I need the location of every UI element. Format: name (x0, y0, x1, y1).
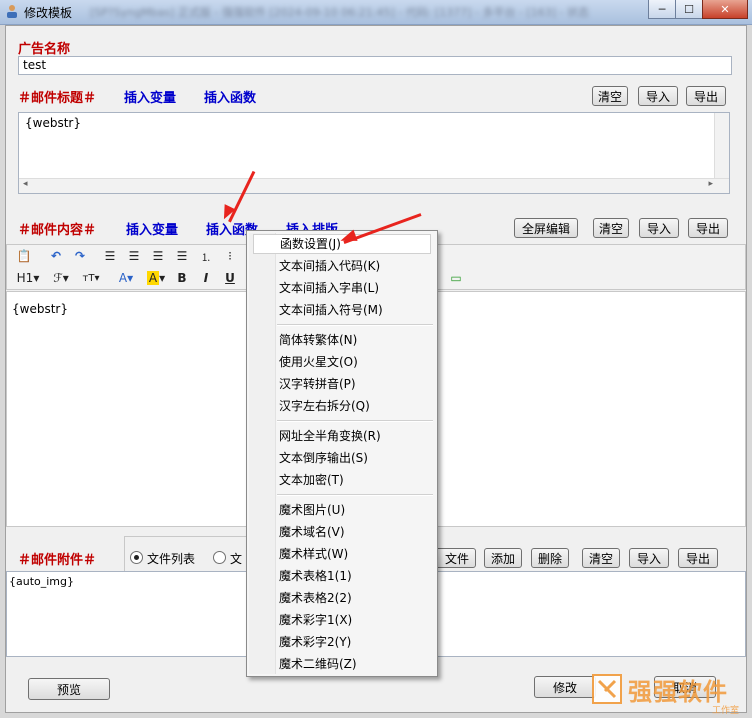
scroll-left-icon[interactable]: ◂ (23, 179, 28, 189)
watermark-logo (592, 674, 622, 704)
preview-button[interactable]: 预览 (28, 678, 110, 700)
italic-button[interactable]: I (197, 269, 215, 287)
app-icon (5, 4, 19, 18)
attachment-delete-button[interactable]: 删除 (531, 548, 569, 568)
text-radio-label: 文 (230, 552, 243, 566)
window-title: 修改模板 (24, 6, 73, 20)
bold-button[interactable]: B (173, 269, 191, 287)
body-clear-button[interactable]: 清空 (593, 218, 629, 238)
font-color-icon[interactable]: A▾ (115, 269, 137, 287)
attachment-text: {auto_img} (9, 575, 75, 588)
menu-item[interactable]: 汉字左右拆分(Q) (279, 396, 370, 416)
body-export-button[interactable]: 导出 (688, 218, 728, 238)
redo-icon[interactable]: ↷ (71, 247, 89, 265)
attachment-add-button[interactable]: 添加 (484, 548, 522, 568)
align-justify-icon[interactable]: ☰ (173, 247, 191, 265)
menu-item[interactable]: 文本倒序输出(S) (279, 448, 368, 468)
subject-insert-function-link[interactable]: 插入函数 (204, 87, 256, 106)
text-radio[interactable] (213, 551, 226, 564)
blurred-title-text: [SP?SyngMbas] 正式版 - 强强软件 [2024-09-10 06:… (90, 6, 590, 19)
menu-item[interactable]: 魔术彩字1(X) (279, 610, 352, 630)
font-size-icon[interactable]: тT▾ (79, 269, 103, 287)
attachment-export-button[interactable]: 导出 (678, 548, 718, 568)
heading-dropdown[interactable]: H1 ▾ (15, 269, 41, 287)
align-center-icon[interactable]: ☰ (125, 247, 143, 265)
title-bar: 修改模板 [SP?SyngMbas] 正式版 - 强强软件 [2024-09-1… (0, 0, 752, 25)
subject-vertical-scrollbar[interactable] (714, 113, 729, 179)
menu-separator (277, 420, 433, 422)
unordered-list-icon[interactable]: ⁝ (221, 247, 239, 265)
ordered-list-icon[interactable]: ⒈ (197, 247, 215, 265)
scroll-right-icon[interactable]: ▸ (708, 179, 713, 189)
menu-item[interactable]: 魔术表格1(1) (279, 566, 352, 586)
menu-item[interactable]: 文本间插入符号(M) (279, 300, 383, 320)
subject-text: {webstr} (25, 116, 81, 130)
subject-import-button[interactable]: 导入 (638, 86, 678, 106)
menu-item[interactable]: 文本间插入代码(K) (279, 256, 380, 276)
attachment-import-button[interactable]: 导入 (629, 548, 669, 568)
modify-button[interactable]: 修改 (534, 676, 596, 698)
watermark-text: 强强软件 (628, 678, 728, 706)
body-label: ＃邮件内容＃ (18, 223, 97, 238)
insert-function-menu: 函数设置(J) 文本间插入代码(K) 文本间插入字串(L) 文本间插入符号(M) 简体转… (246, 230, 438, 677)
menu-separator (277, 494, 433, 496)
file-list-radio-label: 文件列表 (147, 552, 196, 566)
menu-item[interactable]: 使用火星文(O) (279, 352, 358, 372)
menu-item[interactable]: 汉字转拼音(P) (279, 374, 356, 394)
menu-item[interactable]: 网址全半角变换(R) (279, 426, 381, 446)
menu-item[interactable]: 魔术图片(U) (279, 500, 345, 520)
menu-icon-gutter (249, 233, 276, 674)
watermark-subtext: 工作室 (712, 706, 740, 716)
font-family-icon[interactable]: ℱ▾ (49, 269, 73, 287)
ad-name-input[interactable]: test (18, 56, 732, 75)
body-text: {webstr} (12, 302, 68, 316)
underline-button[interactable]: U (221, 269, 239, 287)
body-insert-variable-link[interactable]: 插入变量 (126, 219, 178, 238)
undo-icon[interactable]: ↶ (47, 247, 65, 265)
menu-item[interactable]: 文本加密(T) (279, 470, 344, 490)
menu-item[interactable]: 文本间插入字串(L) (279, 278, 379, 298)
subject-textarea[interactable]: {webstr} ◂ ▸ (18, 112, 730, 194)
menu-separator (277, 324, 433, 326)
align-left-icon[interactable]: ☰ (101, 247, 119, 265)
fullscreen-edit-button[interactable]: 全屏编辑 (514, 218, 578, 238)
body-import-button[interactable]: 导入 (639, 218, 679, 238)
subject-label: ＃邮件标题＃ (18, 91, 97, 106)
menu-item[interactable]: 简体转繁体(N) (279, 330, 357, 350)
attachment-clear-button[interactable]: 清空 (582, 548, 620, 568)
menu-item[interactable]: 魔术域名(V) (279, 522, 345, 542)
menu-item[interactable]: 魔术彩字2(Y) (279, 632, 351, 652)
highlight-color-icon[interactable]: A ▾ (145, 269, 167, 287)
maximize-button[interactable]: ☐ (675, 0, 703, 19)
menu-item[interactable]: 魔术二维码(Z) (279, 654, 357, 674)
subject-export-button[interactable]: 导出 (686, 86, 726, 106)
subject-insert-variable-link[interactable]: 插入变量 (124, 87, 176, 106)
paste-icon[interactable]: 📋 (15, 247, 33, 265)
insert-row-icon[interactable]: ▭ (447, 269, 465, 287)
minimize-button[interactable]: ─ (648, 0, 676, 19)
subject-clear-button[interactable]: 清空 (592, 86, 628, 106)
ad-name-label: 广告名称 (18, 42, 71, 57)
menu-item[interactable]: 魔术样式(W) (279, 544, 348, 564)
file-list-radio[interactable] (130, 551, 143, 564)
menu-item[interactable]: 魔术表格2(2) (279, 588, 352, 608)
subject-horizontal-scrollbar[interactable]: ◂ ▸ (19, 178, 729, 193)
close-button[interactable]: ✕ (702, 0, 748, 19)
align-right-icon[interactable]: ☰ (149, 247, 167, 265)
attachment-label: ＃邮件附件＃ (18, 553, 97, 568)
